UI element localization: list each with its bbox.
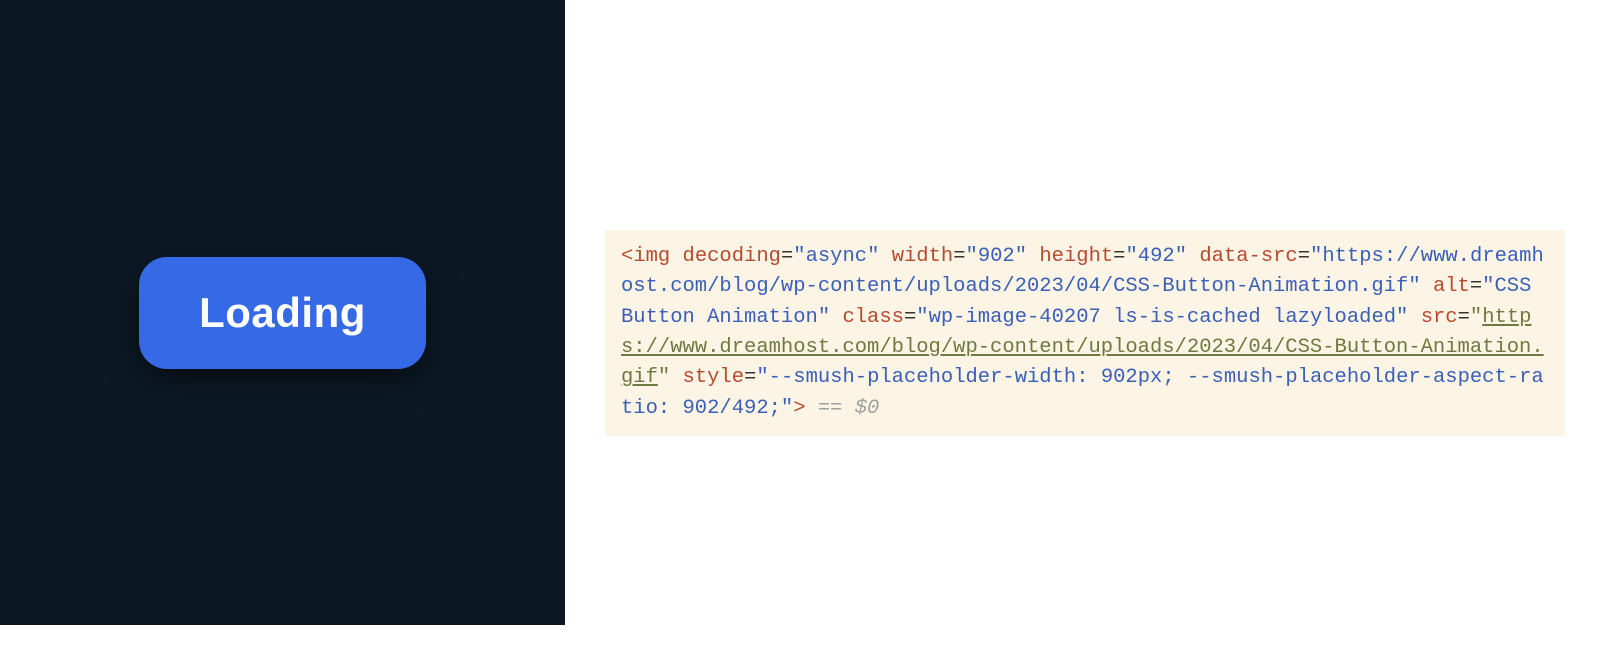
tag-bracket-open: < [621,245,633,268]
console-element-reference: == $0 [806,397,880,420]
attr-width-value: "902" [966,245,1028,268]
attr-class-value: "wp-image-40207 ls-is-cached lazyloaded" [916,306,1408,329]
attr-alt-name: alt [1433,275,1470,298]
preview-panel: Loading [0,0,565,625]
attr-datasrc-name: data-src [1199,245,1297,268]
attr-width-name: width [892,245,954,268]
tag-name: img [633,245,670,268]
tag-bracket-close: > [793,397,805,420]
loading-button[interactable]: Loading [139,257,426,369]
attr-height-name: height [1039,245,1113,268]
attr-style-value: "--smush-placeholder-width: 902px; --smu… [621,366,1544,419]
attr-style-name: style [683,366,745,389]
attr-decoding-name: decoding [683,245,781,268]
html-element-source[interactable]: <img decoding="async" width="902" height… [605,230,1565,436]
devtools-panel: <img decoding="async" width="902" height… [565,0,1600,666]
attr-decoding-value: "async" [793,245,879,268]
attr-src-name: src [1421,306,1458,329]
attr-height-value: "492" [1125,245,1187,268]
attr-class-name: class [842,306,904,329]
